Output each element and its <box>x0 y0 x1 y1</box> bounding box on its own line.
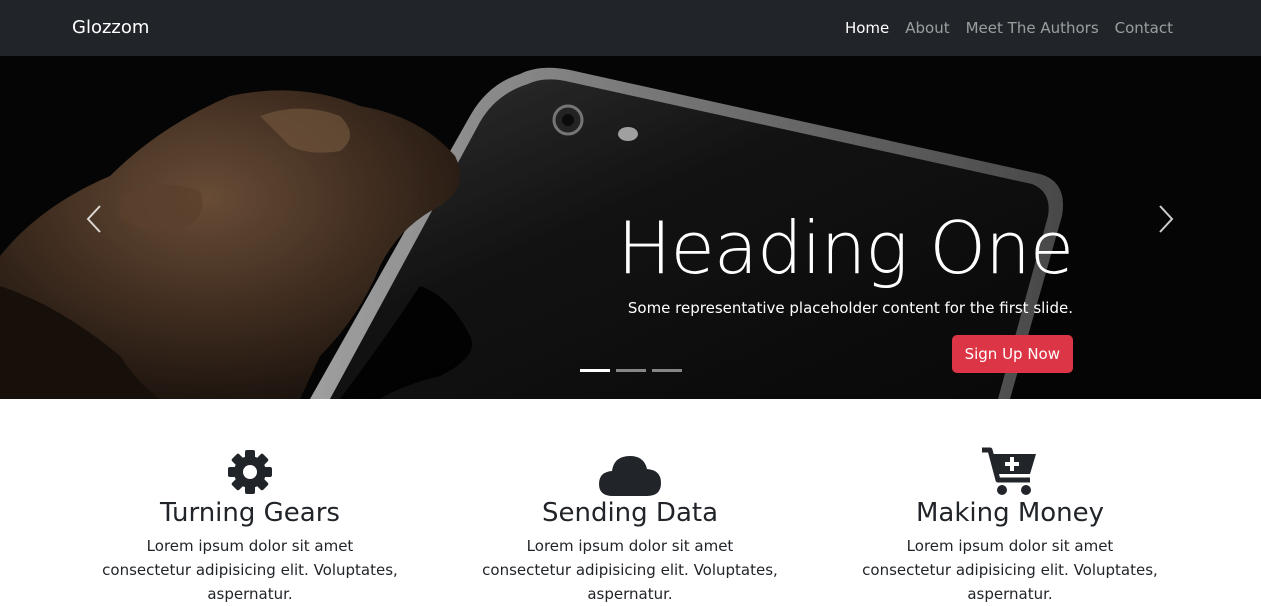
nav-link-home[interactable]: Home <box>837 18 897 38</box>
feature-text: Lorem ipsum dolor sit amet consectetur a… <box>102 537 398 603</box>
carousel-next-button[interactable] <box>1146 194 1186 244</box>
cloud-icon <box>599 456 661 496</box>
sign-up-button[interactable]: Sign Up Now <box>951 335 1073 373</box>
gear-icon <box>228 450 272 494</box>
navbar: Glozzom Home About Meet The Authors Cont… <box>0 0 1261 56</box>
chevron-right-icon <box>1159 205 1174 233</box>
feature-turning-gears: Turning Gears Lorem ipsum dolor sit amet… <box>60 440 440 606</box>
carousel-prev-button[interactable] <box>74 194 114 244</box>
cart-plus-icon <box>982 447 1036 495</box>
feature-title: Sending Data <box>541 498 719 528</box>
nav-link-about[interactable]: About <box>897 18 957 38</box>
brand-logo[interactable]: Glozzom <box>72 16 149 40</box>
carousel-indicators <box>580 369 682 372</box>
carousel-text: Some representative placeholder content … <box>627 299 1073 317</box>
nav-link-meet-the-authors[interactable]: Meet The Authors <box>958 18 1107 38</box>
carousel-heading: Heading One <box>617 206 1074 290</box>
feature-text: Lorem ipsum dolor sit amet consectetur a… <box>862 537 1158 603</box>
features-section: Turning Gears Lorem ipsum dolor sit amet… <box>60 440 1201 603</box>
carousel-indicator-3[interactable] <box>652 369 682 372</box>
carousel-indicator-2[interactable] <box>616 369 646 372</box>
carousel-caption: Heading One Some representative placehol… <box>617 206 1074 373</box>
feature-title: Turning Gears <box>160 498 340 528</box>
chevron-left-icon <box>86 205 101 233</box>
hero-carousel: Heading One Some representative placehol… <box>0 56 1261 399</box>
nav-link-contact[interactable]: Contact <box>1107 18 1181 38</box>
feature-title: Making Money <box>915 498 1105 528</box>
feature-sending-data: Sending Data Lorem ipsum dolor sit amet … <box>440 440 820 606</box>
feature-making-money: Making Money Lorem ipsum dolor sit amet … <box>820 440 1200 606</box>
nav-menu: Home About Meet The Authors Contact <box>837 18 1181 38</box>
feature-text: Lorem ipsum dolor sit amet consectetur a… <box>482 537 778 603</box>
carousel-indicator-1[interactable] <box>580 369 610 372</box>
